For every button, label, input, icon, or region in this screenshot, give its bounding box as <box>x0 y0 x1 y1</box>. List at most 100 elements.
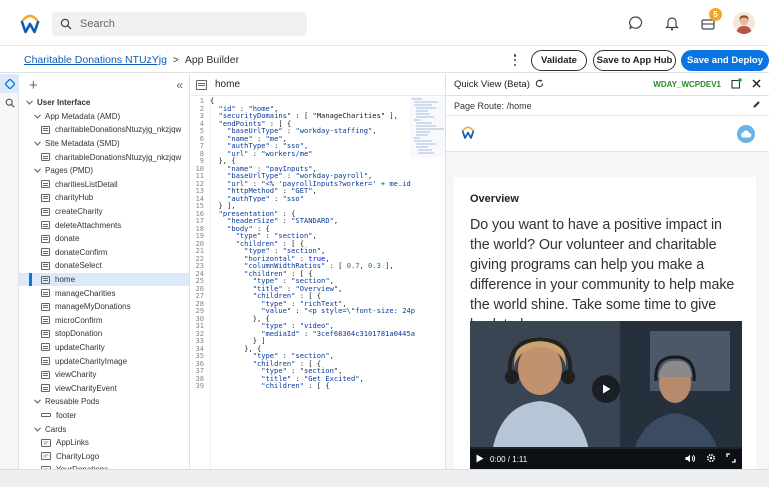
code-line: 32 "mediaId" : "3cef68364c3101781a0445a <box>190 329 445 338</box>
page-file-icon <box>41 370 50 379</box>
tree-item[interactable]: stopDonation <box>19 327 189 341</box>
code-line: 39 "children" : [ { <box>190 382 445 390</box>
chevron-down-icon[interactable] <box>25 99 33 107</box>
tree-item[interactable]: deleteAttachments <box>19 218 189 232</box>
code-text: "url" : "workers/me" <box>227 149 313 157</box>
code-line: 11 "baseUrlType" : "workday-payroll", <box>190 172 445 180</box>
user-avatar[interactable] <box>733 12 755 34</box>
code-text: "columnWidthRatios" : [ 0.7, 0.3 ], <box>244 262 394 270</box>
tree-item-label: viewCharity <box>55 370 97 380</box>
code-text: "children" : [ { <box>261 382 330 390</box>
code-text: "title" : "Overview", <box>252 284 343 292</box>
refresh-icon[interactable] <box>535 78 544 91</box>
tree-item[interactable]: donateConfirm <box>19 246 189 260</box>
code-text: "presentation" : { <box>218 209 296 217</box>
tree-folder[interactable]: User Interface <box>19 96 189 110</box>
tree-item[interactable]: manageCharities <box>19 286 189 300</box>
code-text: "name" : "payInputs", <box>227 164 317 172</box>
validate-button[interactable]: Validate <box>531 50 587 71</box>
overview-video-player[interactable]: 0:00 / 1:11 <box>470 321 742 469</box>
search-input[interactable]: Search <box>52 12 307 36</box>
code-text: }, { <box>210 344 262 352</box>
tree-item[interactable]: charitiesListDetail <box>19 178 189 192</box>
code-text: "headerSize" : "STANDARD", <box>227 217 339 225</box>
workday-logo-icon[interactable] <box>18 11 42 35</box>
tree-item[interactable]: updateCharity <box>19 341 189 355</box>
code-text: "type" : "richText", <box>261 299 347 307</box>
code-content[interactable]: 1{2 "id" : "home", 3 "securityDomains" : … <box>190 97 445 390</box>
code-text: "type" : "section", <box>261 367 343 375</box>
code-line: 19 "type" : "section", <box>190 232 445 240</box>
tree-item[interactable]: microConfirm <box>19 314 189 328</box>
chevron-down-icon[interactable] <box>33 398 41 406</box>
cloud-icon[interactable] <box>737 124 755 143</box>
video-play-icon[interactable] <box>476 454 484 465</box>
tree-folder[interactable]: App Metadata (AMD) <box>19 110 189 124</box>
tree-item-label: microConfirm <box>55 315 103 325</box>
tree-item[interactable]: AppLinks <box>19 436 189 450</box>
tree-item[interactable]: footer <box>19 409 189 423</box>
chevron-down-icon[interactable] <box>33 140 41 148</box>
code-line: 34 }, { <box>190 344 445 353</box>
chevron-down-icon[interactable] <box>33 167 41 175</box>
card-icon <box>41 452 51 461</box>
code-line: 22 "horizontal" : true, <box>190 254 445 263</box>
code-line: 7 "authType" : "sso", <box>190 142 445 150</box>
page-route-value: /home <box>506 100 532 111</box>
tree-item-label: User Interface <box>37 98 91 108</box>
tree-item-label: deleteAttachments <box>55 220 122 230</box>
chevron-down-icon[interactable] <box>33 425 41 433</box>
page-file-icon <box>41 221 50 230</box>
add-icon[interactable]: + <box>29 78 38 93</box>
tree-item-label: viewCharityEvent <box>55 383 117 393</box>
tree-item[interactable]: charitableDonationsNtuzyjg_nkzjqw <box>19 123 189 137</box>
collapse-panel-icon[interactable]: « <box>176 78 183 92</box>
tree-item[interactable]: createCharity <box>19 205 189 219</box>
fullscreen-icon[interactable] <box>726 453 736 465</box>
code-line: 8 "url" : "workers/me" <box>190 149 445 158</box>
page-route-bar: Page Route: /home <box>446 96 769 116</box>
tree-item[interactable]: donateSelect <box>19 259 189 273</box>
code-text: "url" : "<% 'payrollInputs?worker=' + me… <box>227 179 411 187</box>
chevron-down-icon[interactable] <box>33 112 41 120</box>
inbox-icon[interactable]: 5 <box>697 8 722 34</box>
tree-item[interactable]: charityHub <box>19 191 189 205</box>
breadcrumb-app-link[interactable]: Charitable Donations NTUzYjg <box>24 54 167 66</box>
chat-icon[interactable] <box>625 12 647 34</box>
close-icon[interactable] <box>752 79 761 91</box>
tree-folder[interactable]: Reusable Pods <box>19 395 189 409</box>
tree-folder[interactable]: Cards <box>19 422 189 436</box>
explorer-icon[interactable] <box>0 74 19 93</box>
code-minimap[interactable] <box>410 97 446 157</box>
overview-body-text: Do you want to have a positive impact in… <box>470 217 735 333</box>
video-play-button[interactable] <box>592 375 620 403</box>
save-and-deploy-button[interactable]: Save and Deploy <box>681 50 769 71</box>
tree-item[interactable]: manageMyDonations <box>19 300 189 314</box>
edit-pencil-icon[interactable] <box>752 100 761 111</box>
code-text: "baseUrlType" : "workday-staffing", <box>227 127 377 135</box>
volume-icon[interactable] <box>685 454 696 465</box>
settings-gear-icon[interactable] <box>706 453 716 465</box>
more-options-icon[interactable] <box>512 52 518 68</box>
code-line: 38 "title" : "Get Excited", <box>190 374 445 383</box>
notifications-bell-icon[interactable] <box>661 12 683 34</box>
code-line: 9 }, { <box>190 157 445 165</box>
tree-item[interactable]: viewCharityEvent <box>19 381 189 395</box>
code-text: "endPoints" : [ { <box>218 119 292 127</box>
tree-folder[interactable]: Pages (PMD) <box>19 164 189 178</box>
code-text: "value" : "<p style=\"font-size: 24p <box>261 307 416 315</box>
rail-search-icon[interactable] <box>0 93 19 112</box>
code-text: { <box>210 97 215 105</box>
save-to-app-hub-button[interactable]: Save to App Hub <box>593 50 676 71</box>
tree-item[interactable]: viewCharity <box>19 368 189 382</box>
editor-tab-home[interactable]: home <box>190 74 445 96</box>
open-external-icon[interactable] <box>731 77 742 92</box>
tree-item[interactable]: donate <box>19 232 189 246</box>
tree-folder[interactable]: Site Metadata (SMD) <box>19 137 189 151</box>
tree-item[interactable]: updateCharityImage <box>19 354 189 368</box>
tree-item[interactable]: charitableDonationsNtuzyjg_nkzjqw <box>19 150 189 164</box>
tree-item[interactable]: home <box>19 272 189 287</box>
video-controls: 0:00 / 1:11 <box>470 449 742 469</box>
tree-item[interactable]: CharityLogo <box>19 449 189 463</box>
tenant-label[interactable]: WDAY_WCPDEV1 <box>653 80 721 89</box>
